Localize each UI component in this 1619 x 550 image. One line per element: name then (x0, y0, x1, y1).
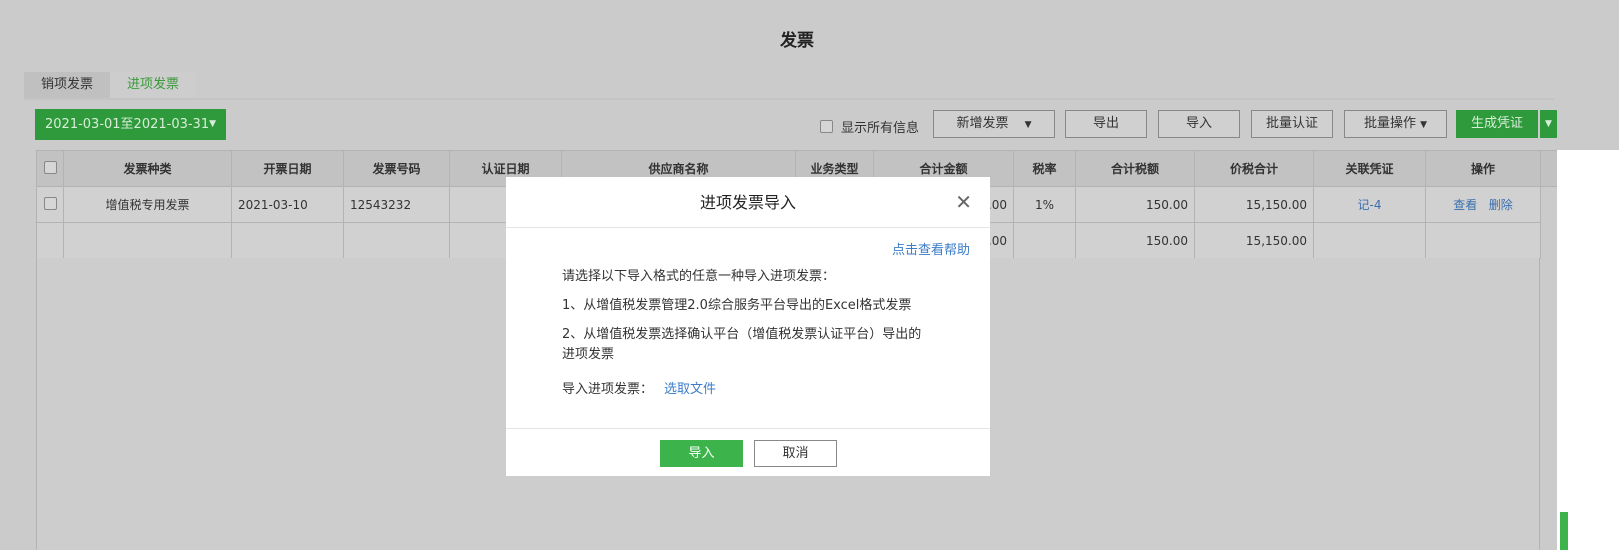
export-button[interactable]: 导出 (1065, 110, 1147, 138)
close-icon[interactable]: ✕ (955, 177, 972, 228)
dialog-intro: 请选择以下导入格式的任意一种导入进项发票： (562, 269, 836, 284)
col-header: 价税合计 (1194, 150, 1314, 187)
confirm-import-button[interactable]: 导入 (660, 440, 743, 467)
date-range-dropdown[interactable]: 2021-03-01至2021-03-31 ▼ (35, 109, 226, 140)
col-header: 关联凭证 (1313, 150, 1426, 187)
invoice-tabs: 销项发票 进项发票 (24, 72, 197, 98)
sum-cell (36, 222, 64, 259)
tab-divider (24, 98, 1554, 100)
voucher-link[interactable]: 记-4 (1358, 198, 1382, 212)
sum-cell (231, 222, 344, 259)
caret-down-icon: ▼ (1420, 120, 1428, 130)
delete-link[interactable]: 删除 (1489, 198, 1513, 212)
dialog-title: 进项发票导入 (506, 177, 990, 228)
new-invoice-button[interactable]: 新增发票 ▼ (933, 110, 1055, 138)
select-all-checkbox[interactable] (43, 160, 57, 174)
cell-rate: 1% (1013, 186, 1076, 223)
sum-tax: 150.00 (1075, 222, 1195, 259)
import-dialog: 进项发票导入 ✕ 点击查看帮助 请选择以下导入格式的任意一种导入进项发票： 1、… (506, 177, 990, 476)
col-header: 开票日期 (231, 150, 344, 187)
sum-cell (1313, 222, 1426, 259)
cell-date: 2021-03-10 (231, 186, 344, 223)
batch-ops-button[interactable]: 批量操作 ▼ (1344, 110, 1447, 138)
generate-voucher-button[interactable]: 生成凭证 (1456, 110, 1538, 138)
col-header: 合计税额 (1075, 150, 1195, 187)
show-all-label: 显示所有信息 (841, 121, 920, 136)
col-spacer (1540, 150, 1558, 187)
cell-tax: 150.00 (1075, 186, 1195, 223)
sum-total: 15,150.00 (1194, 222, 1314, 259)
col-header: 发票号码 (343, 150, 450, 187)
sum-cell (63, 222, 232, 259)
batch-ops-label: 批量操作 (1363, 116, 1416, 131)
dialog-footer: 导入 取消 (506, 428, 990, 476)
generate-voucher-dropdown[interactable]: ▼ (1540, 110, 1557, 138)
cancel-button[interactable]: 取消 (754, 440, 837, 467)
date-range-label: 2021-03-01至2021-03-31 (45, 117, 210, 132)
new-invoice-label: 新增发票 (956, 116, 1009, 131)
dialog-option-1: 1、从增值税发票管理2.0综合服务平台导出的Excel格式发票 (562, 298, 912, 313)
tab-purchase-invoice[interactable]: 进项发票 (110, 72, 197, 98)
col-header: 发票种类 (63, 150, 232, 187)
show-all-toggle[interactable]: 显示所有信息 (820, 117, 919, 136)
dialog-option-2: 2、从增值税发票选择确认平台（增值税发票认证平台）导出的进项发票 (562, 327, 922, 362)
batch-certify-button[interactable]: 批量认证 (1251, 110, 1333, 138)
row-checkbox[interactable] (43, 196, 57, 210)
caret-down-icon: ▼ (209, 119, 216, 129)
col-header: 操作 (1425, 150, 1541, 187)
cell-type: 增值税专用发票 (63, 186, 232, 223)
cell-spacer (1540, 186, 1558, 223)
cell-total: 15,150.00 (1194, 186, 1314, 223)
view-link[interactable]: 查看 (1453, 198, 1477, 212)
sum-cell (1425, 222, 1541, 259)
show-all-checkbox[interactable] (820, 120, 833, 133)
help-link[interactable]: 点击查看帮助 (892, 239, 970, 258)
sum-cell (343, 222, 450, 259)
select-all-cell (36, 150, 64, 187)
side-tab[interactable] (1560, 512, 1568, 550)
file-label: 导入进项发票： (562, 382, 654, 397)
import-button[interactable]: 导入 (1158, 110, 1240, 138)
cell-number: 12543232 (343, 186, 450, 223)
caret-down-icon: ▼ (1024, 120, 1032, 130)
right-panel (1557, 150, 1619, 550)
tab-sales-invoice[interactable]: 销项发票 (24, 72, 111, 98)
page-title: 发票 (780, 31, 814, 51)
cell-actions: 查看 删除 (1425, 186, 1541, 223)
col-header: 税率 (1013, 150, 1076, 187)
choose-file-link[interactable]: 选取文件 (664, 380, 716, 400)
row-select-cell (36, 186, 64, 223)
cell-spacer (1540, 222, 1558, 259)
sum-cell (1013, 222, 1076, 259)
cell-voucher: 记-4 (1313, 186, 1426, 223)
